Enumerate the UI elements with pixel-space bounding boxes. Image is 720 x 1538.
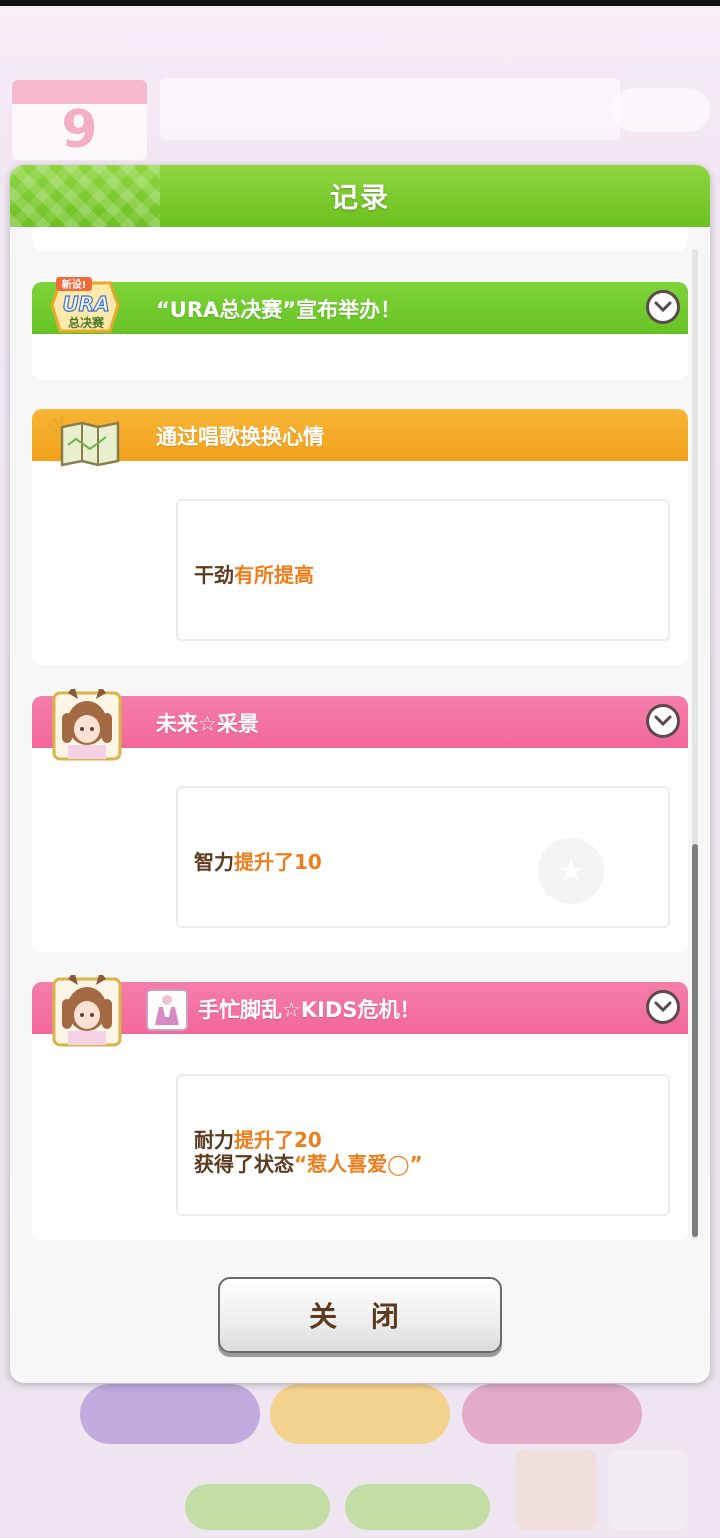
list-item-ura-announcement[interactable]: “URA总决赛”宣布举办！	[32, 282, 688, 380]
ura-finals-badge-icon: 新设! URA 总决赛	[32, 275, 128, 339]
scrollbar-thumb[interactable]	[692, 844, 698, 1237]
result-line: 获得了状态“惹人喜爱◯”	[194, 1148, 423, 1177]
dialog-header: 记录	[10, 165, 710, 227]
entry-header[interactable]: 手忙脚乱☆KIDS危机！	[32, 982, 688, 1034]
outfit-card-icon	[146, 989, 188, 1031]
entry-header[interactable]: “URA总决赛”宣布举办！	[32, 282, 688, 334]
background-button-pink	[462, 1384, 642, 1444]
record-list[interactable]: “URA总决赛”宣布举办！ 新设! URA 总决赛 通过唱歌换换心情 干劲有所提…	[32, 227, 688, 1252]
dialog-title: 记录	[329, 181, 390, 214]
entry-title: 手忙脚乱☆KIDS危机！	[198, 998, 421, 1022]
result-change: 提升了10	[234, 850, 322, 874]
svg-text:总决赛: 总决赛	[68, 315, 105, 330]
list-item-future-scenery[interactable]: 未来☆采景 智力提升了10 ★	[32, 696, 688, 952]
entry-header[interactable]: 未来☆采景	[32, 696, 688, 748]
character-portrait-icon	[52, 971, 122, 1047]
close-button[interactable]: 关 闭	[218, 1277, 502, 1353]
background-goal-button	[612, 88, 710, 132]
background-portrait	[516, 1450, 596, 1530]
result-status-prefix: 获得了状态	[194, 1152, 294, 1176]
svg-text:新设!: 新设!	[62, 278, 87, 291]
map-icon	[46, 415, 126, 471]
scrollbar[interactable]	[692, 249, 698, 1239]
list-item-singing[interactable]: 通过唱歌换换心情 干劲有所提高	[32, 409, 688, 665]
result-box: 耐力提升了20 获得了状态“惹人喜爱◯”	[176, 1074, 670, 1216]
svg-text:URA: URA	[62, 292, 109, 316]
background-button-green-1	[185, 1484, 330, 1530]
background-button-yellow	[270, 1384, 450, 1444]
record-dialog: 记录 “URA总决赛”宣布举办！ 新设! URA 总决赛 通过唱歌换换心情 干劲…	[10, 165, 710, 1383]
background-goal-panel	[160, 78, 620, 140]
entry-header[interactable]: 通过唱歌换换心情	[32, 409, 688, 461]
background-menu-button	[608, 1450, 688, 1530]
result-line: 智力提升了10	[194, 846, 322, 875]
header-pattern	[10, 165, 160, 227]
result-status-name: “惹人喜爱◯”	[294, 1152, 423, 1176]
status-bar	[0, 0, 720, 6]
background-button-green-2	[345, 1484, 490, 1530]
result-box: 干劲有所提高	[176, 499, 670, 641]
background-date-number: 9	[61, 100, 98, 160]
background-button-purple	[80, 1384, 260, 1444]
list-item-kids-crisis[interactable]: 手忙脚乱☆KIDS危机！ 耐力提升了20 获得了状态“惹人喜爱◯”	[32, 982, 688, 1240]
result-change: 有所提高	[234, 563, 314, 587]
list-item-partial	[32, 227, 688, 251]
watermark-star-icon: ★	[538, 838, 604, 904]
chevron-down-icon[interactable]	[646, 990, 680, 1024]
result-box: 智力提升了10 ★	[176, 786, 670, 928]
character-portrait-icon	[52, 685, 122, 761]
result-stat: 智力	[194, 850, 234, 874]
result-stat: 干劲	[194, 563, 234, 587]
result-line: 干劲有所提高	[194, 559, 314, 588]
chevron-down-icon[interactable]	[646, 704, 680, 738]
chevron-down-icon[interactable]	[646, 290, 680, 324]
entry-title: “URA总决赛”宣布举办！	[156, 298, 402, 322]
entry-title: 未来☆采景	[156, 712, 259, 736]
entry-title: 通过唱歌换换心情	[156, 425, 324, 449]
